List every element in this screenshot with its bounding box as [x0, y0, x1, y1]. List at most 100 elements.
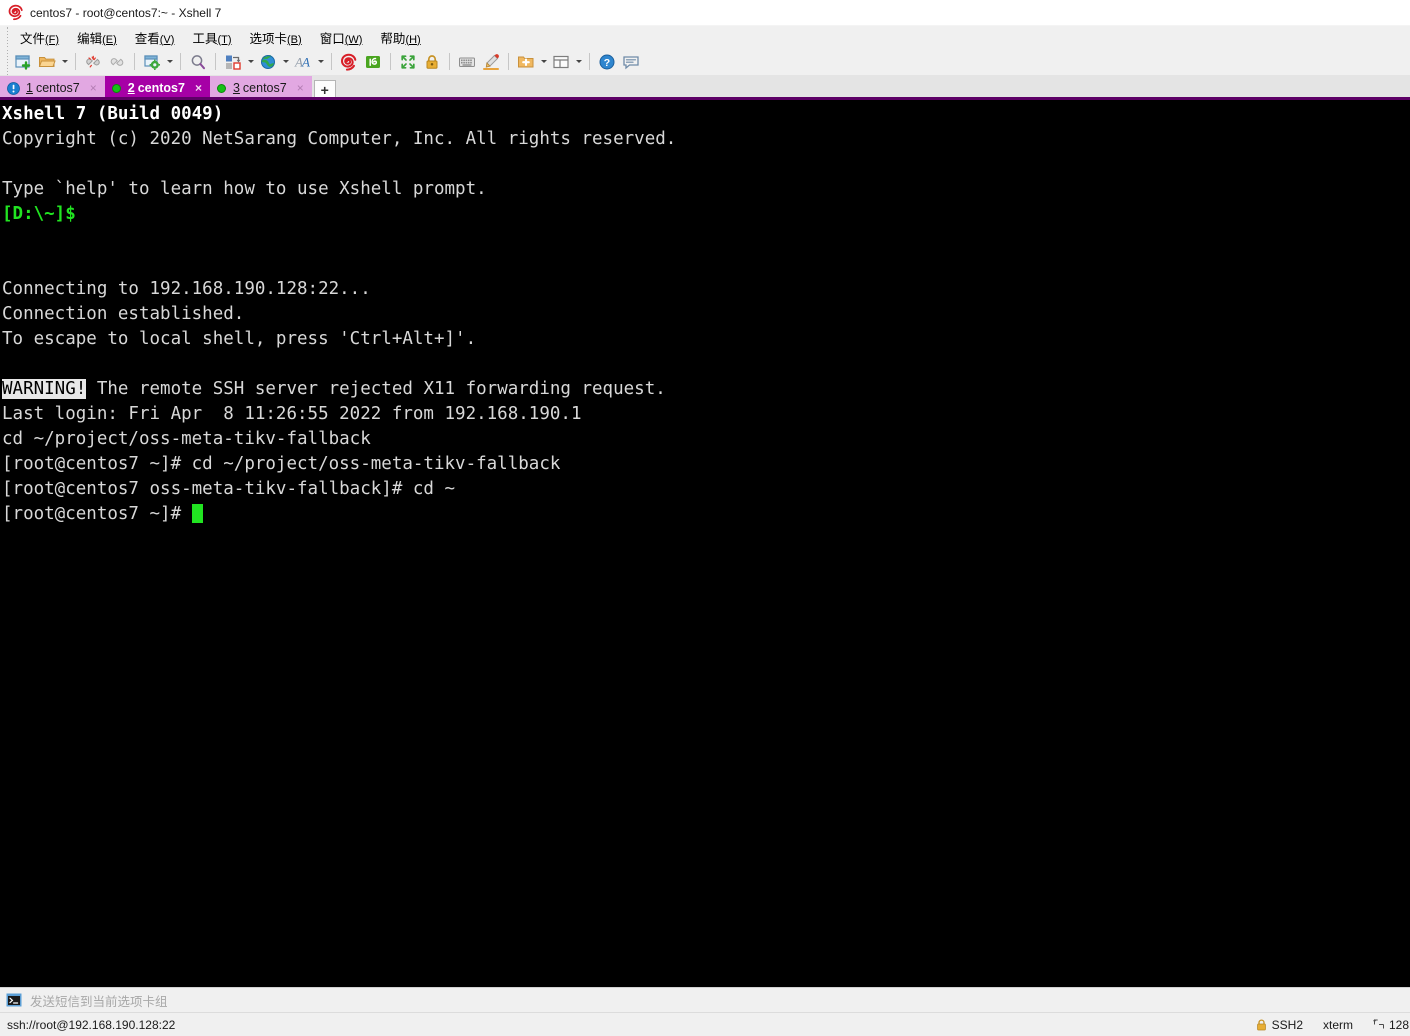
menu-edit[interactable]: 编辑(E): [68, 26, 126, 49]
svg-text:?: ?: [604, 57, 610, 69]
xshell-spiral-icon: [8, 4, 23, 21]
terminal-screen[interactable]: Xshell 7 (Build 0049) Copyright (c) 2020…: [0, 100, 1410, 987]
menu-tabs[interactable]: 选项卡(B): [241, 26, 311, 49]
menubar-gripper[interactable]: [4, 26, 11, 48]
terminal-line: Xshell 7 (Build 0049): [2, 104, 224, 124]
svg-text:A: A: [301, 54, 310, 69]
globe-icon[interactable]: [256, 50, 280, 74]
status-connection-url: ssh://root@192.168.190.128:22: [7, 1017, 176, 1032]
tab-3-close-icon[interactable]: ×: [297, 82, 304, 94]
send-command-icon: [6, 993, 22, 1007]
terminal-line: To escape to local shell, press 'Ctrl+Al…: [2, 329, 477, 349]
add-to-folder-icon[interactable]: [514, 50, 538, 74]
globe-dropdown-caret[interactable]: [280, 50, 291, 74]
xshell-spiral-icon[interactable]: [337, 50, 361, 74]
menu-tools-accel: (T): [217, 33, 232, 46]
terminal-line: Type `help' to learn how to use Xshell p…: [2, 179, 487, 199]
menu-file-label: 文件: [20, 31, 46, 46]
font-icon[interactable]: A A: [291, 50, 315, 74]
warning-badge: WARNING!: [2, 379, 87, 399]
menu-window-accel: (W): [344, 33, 363, 46]
toolbar-separator: [180, 53, 181, 70]
tab-1-close-icon[interactable]: ×: [90, 82, 97, 94]
add-folder-dropdown-caret[interactable]: [538, 50, 549, 74]
fullscreen-icon[interactable]: [396, 50, 420, 74]
layout-icon[interactable]: [549, 50, 573, 74]
terminal-line-active-prompt: [root@centos7 ~]#: [2, 502, 1410, 527]
terminal-line: Connecting to 192.168.190.128:22...: [2, 279, 371, 299]
title-bar: centos7 - root@centos7:~ - Xshell 7: [0, 0, 1410, 26]
open-folder-icon[interactable]: [35, 50, 59, 74]
menu-window[interactable]: 窗口(W): [311, 26, 372, 49]
menu-help[interactable]: 帮助(H): [371, 26, 429, 49]
properties-dropdown-caret[interactable]: [164, 50, 175, 74]
terminal-size-icon: [1373, 1019, 1384, 1029]
warning-message: The remote SSH server rejected X11 forwa…: [86, 379, 666, 399]
terminal-line-warning: WARNING! The remote SSH server rejected …: [2, 377, 1410, 402]
toolbar-gripper[interactable]: [4, 48, 11, 75]
prompt-text: [root@centos7 ~]#: [2, 504, 192, 524]
connected-dot-icon: [111, 83, 121, 93]
find-icon[interactable]: [186, 50, 210, 74]
menu-edit-accel: (E): [102, 33, 117, 46]
highlight-pen-icon[interactable]: [479, 50, 503, 74]
menu-tools[interactable]: 工具(T): [183, 26, 240, 49]
send-command-bar[interactable]: 发送短信到当前选项卡组: [0, 987, 1410, 1012]
warning-exclamation-icon: [7, 81, 20, 95]
status-terminal-size: 128: [1363, 1013, 1410, 1036]
tab-1-label: centos7: [35, 81, 80, 95]
disconnect-icon[interactable]: [81, 50, 105, 74]
reconnect-icon[interactable]: [105, 50, 129, 74]
terminal-line-command: [root@centos7 oss-meta-tikv-fallback]# c…: [2, 479, 456, 499]
terminal-cursor: [191, 504, 203, 523]
terminal-line: Connection established.: [2, 304, 245, 324]
transfer-dropdown-caret[interactable]: [245, 50, 256, 74]
toolbar-separator: [331, 53, 332, 70]
status-protocol: SSH2: [1246, 1013, 1313, 1036]
menu-tabs-label: 选项卡: [249, 31, 288, 46]
menu-file[interactable]: 文件(F): [11, 26, 68, 49]
terminal-line-prompt-local: [D:\~]$: [2, 204, 76, 224]
menu-help-label: 帮助: [380, 31, 406, 46]
folder-dropdown-caret[interactable]: [59, 50, 70, 74]
toolbar-separator: [215, 53, 216, 70]
xshell-window: centos7 - root@centos7:~ - Xshell 7 文件(F…: [0, 0, 1410, 1036]
lock-icon: [1256, 1018, 1266, 1030]
terminal-line-command: [root@centos7 ~]# cd ~/project/oss-meta-…: [2, 454, 561, 474]
help-icon[interactable]: ?: [595, 50, 619, 74]
feedback-icon[interactable]: [619, 50, 643, 74]
font-dropdown-caret[interactable]: [315, 50, 326, 74]
menu-view[interactable]: 查看(V): [126, 26, 184, 49]
tab-2-number: 2: [127, 81, 135, 95]
terminal-line: Copyright (c) 2020 NetSarang Computer, I…: [2, 129, 677, 149]
status-protocol-label: SSH2: [1271, 1017, 1303, 1032]
toolbar-separator: [390, 53, 391, 70]
send-command-input[interactable]: 发送短信到当前选项卡组: [30, 991, 1410, 1010]
menu-tools-label: 工具: [192, 31, 218, 46]
toolbar-separator: [508, 53, 509, 70]
toolbar: A A ?: [0, 48, 1410, 76]
menu-tabs-accel: (B): [287, 33, 302, 46]
tab-3-number: 3: [232, 81, 240, 95]
tab-bar: 1 centos7 × 2 centos7 × 3 centos7 × +: [0, 76, 1410, 100]
lock-icon[interactable]: [420, 50, 444, 74]
menu-view-label: 查看: [134, 31, 160, 46]
transfer-icon[interactable]: [221, 50, 245, 74]
menu-file-accel: (F): [45, 33, 60, 46]
terminal-line: Last login: Fri Apr 8 11:26:55 2022 from…: [2, 404, 582, 424]
session-properties-icon[interactable]: [140, 50, 164, 74]
menu-help-accel: (H): [405, 33, 421, 46]
tab-2-close-icon[interactable]: ×: [195, 82, 202, 94]
new-session-icon[interactable]: [11, 50, 35, 74]
layout-dropdown-caret[interactable]: [573, 50, 584, 74]
status-bar: ssh://root@192.168.190.128:22 SSH2 xterm…: [0, 1012, 1410, 1036]
status-terminal-type: xterm: [1323, 1017, 1353, 1032]
keyboard-icon[interactable]: [455, 50, 479, 74]
tab-3-label: centos7: [242, 81, 287, 95]
toolbar-separator: [589, 53, 590, 70]
xftp-icon[interactable]: [361, 50, 385, 74]
